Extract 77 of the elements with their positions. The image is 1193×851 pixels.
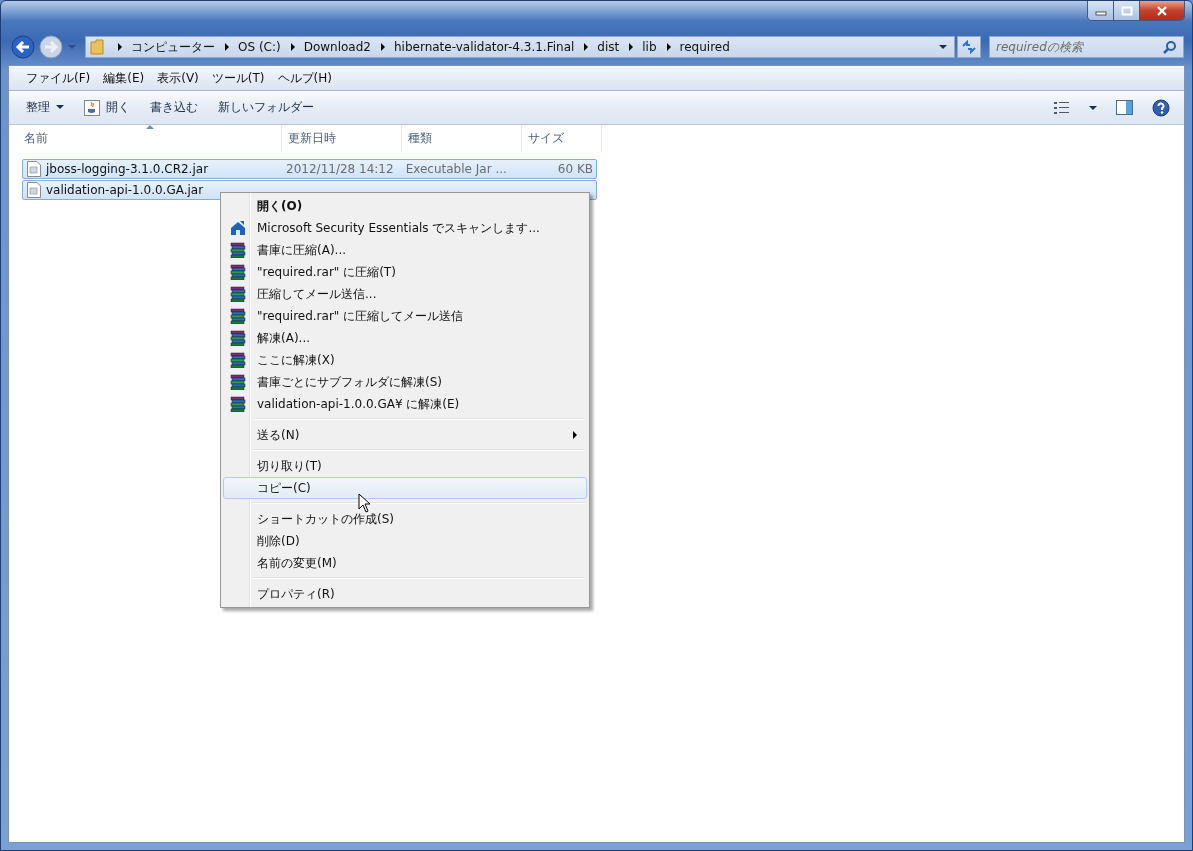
menu-item[interactable]: validation-api-1.0.0.GA¥ に解凍(E) [223,393,587,415]
java-cup-icon [84,99,100,116]
menu-item[interactable]: 書庫ごとにサブフォルダに解凍(S) [223,371,587,393]
books-icon [230,242,246,258]
file-icon [27,182,41,198]
breadcrumb-arrow-icon[interactable] [583,43,590,51]
breadcrumb-link[interactable]: hibernate-validator-4.3.1.Final [393,40,575,54]
column-header[interactable]: 種類 [402,125,522,152]
books-icon [230,286,246,302]
file-type: Executable Jar ... [405,162,507,176]
menu-item[interactable]: Microsoft Security Essentials でスキャンします... [223,217,587,239]
close-icon [1155,5,1169,16]
menu-item[interactable]: プロパティ(R) [223,583,587,605]
menu-item[interactable]: 切り取り(T) [223,455,587,477]
sort-arrow-icon [145,125,154,129]
breadcrumb-arrow-icon[interactable] [628,43,635,51]
submenu-arrow-icon [573,431,578,439]
books-icon [230,352,246,368]
caret-icon[interactable] [938,44,948,50]
menu-item[interactable]: 書庫に圧縮(A)... [223,239,587,261]
menu-item[interactable]: ショートカットの作成(S) [223,508,587,530]
breadcrumb-link[interactable]: dist [597,40,620,54]
breadcrumb-link[interactable]: OS (C:) [238,40,281,54]
breadcrumb-link[interactable]: required [679,40,730,54]
menu-item[interactable]: 表示(V) [150,67,205,89]
address-bar[interactable]: コンピューター OS (C:) Download2 hibernate-validator-4.3.1.Final dist lib required [85,36,955,58]
file-row[interactable]: jboss-logging-3.1.0.CR2.jar 2012/11/28 14:12 Executable Jar ... 60 KB [22,159,597,179]
toolbar-button[interactable]: 開く [77,95,137,120]
toolbar-button[interactable]: 書き込む [143,95,205,120]
menu-item[interactable]: コピー(C) [223,477,587,499]
menu-item[interactable]: ヘルプ(H) [270,67,338,89]
menu-item[interactable]: "required.rar" に圧縮してメール送信 [223,305,587,327]
caret-icon [56,105,64,110]
books-icon [230,374,246,390]
column-header[interactable]: サイズ [522,125,602,152]
breadcrumb-arrow-icon[interactable] [289,43,296,51]
menu-item[interactable]: 編集(E) [96,67,151,89]
menu-item[interactable]: 送る(N) [223,424,587,446]
menu-item[interactable]: ツール(T) [204,67,271,89]
maximize-icon [1119,5,1134,16]
house-icon [230,220,246,236]
toolbar-button[interactable]: 新しいフォルダー [211,95,321,120]
menu-item[interactable]: ここに解凍(X) [223,349,587,371]
file-name: validation-api-1.0.0.GA.jar [46,183,204,197]
close-button[interactable] [1140,1,1184,20]
menu-item[interactable]: 解凍(A)... [223,327,587,349]
breadcrumb-link[interactable]: Download2 [303,40,371,54]
menu-item[interactable]: 名前の変更(M) [223,552,587,574]
menu-item[interactable]: "required.rar" に圧縮(T) [223,261,587,283]
menu-item[interactable]: 圧縮してメール送信... [223,283,587,305]
minimize-button[interactable] [1088,1,1114,20]
column-header[interactable]: 名前 [18,125,282,152]
refresh-button[interactable] [957,36,981,58]
maximize-button[interactable] [1114,1,1140,20]
books-icon [230,330,246,346]
column-header[interactable]: 更新日時 [282,125,402,152]
menu-item[interactable]: 削除(D) [223,530,587,552]
breadcrumb-arrow-icon[interactable] [379,43,386,51]
menu-item[interactable]: ファイル(F) [19,67,97,89]
books-icon [230,264,246,280]
books-icon [230,396,246,412]
file-icon [27,161,41,177]
breadcrumb-arrow-icon[interactable] [665,43,672,51]
modified-date: 2012/11/28 14:12 [286,162,394,176]
file-size: 60 KB [557,162,593,176]
breadcrumb-arrow-icon[interactable] [224,43,230,51]
back-button[interactable] [10,34,36,60]
breadcrumb-link[interactable]: コンピューター [131,38,215,56]
search-field[interactable]: requiredの検索 [989,36,1184,58]
forward-button[interactable] [38,34,64,60]
breadcrumb-arrow-icon[interactable] [117,43,123,51]
breadcrumb-link[interactable]: lib [642,40,657,54]
toolbar-button[interactable]: 整理 [19,95,71,120]
file-name: jboss-logging-3.1.0.CR2.jar [46,162,209,176]
folder-icon [90,39,104,55]
search-icon [1163,40,1177,54]
books-icon [230,308,246,324]
